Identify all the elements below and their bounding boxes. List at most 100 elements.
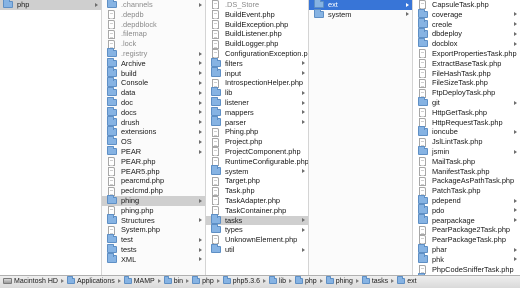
folder-item[interactable]: parser	[206, 116, 308, 128]
file-item[interactable]: Target.php	[206, 176, 308, 186]
file-item[interactable]: BuildException.php	[206, 20, 308, 30]
file-item[interactable]: HttpRequestTask.php	[413, 118, 520, 128]
folder-item[interactable]: util	[206, 243, 308, 255]
column-ext[interactable]: CapsuleTask.php coverage creole dbdeploy doc…	[412, 0, 520, 275]
file-item[interactable]: pearcmd.php	[102, 176, 205, 186]
folder-item[interactable]: jsmin	[413, 145, 520, 157]
folder-item[interactable]: tests	[102, 243, 205, 255]
file-item[interactable]: PackageAsPathTask.php	[413, 176, 520, 186]
path-crumb[interactable]: tasks	[361, 276, 388, 288]
folder-item[interactable]: coverage	[413, 8, 520, 20]
path-crumb[interactable]: php5.3.6	[222, 276, 260, 288]
file-item[interactable]: BuildLogger.php	[206, 39, 308, 49]
path-crumb[interactable]: php	[295, 276, 317, 288]
folder-item[interactable]: creole	[413, 18, 520, 30]
path-crumb[interactable]: ext	[397, 276, 417, 288]
file-item[interactable]: FtpDeployTask.php	[413, 88, 520, 98]
folder-item[interactable]: docs	[102, 106, 205, 118]
path-crumb[interactable]: Applications	[66, 276, 115, 288]
file-item[interactable]: ConfigurationException.php	[206, 49, 308, 59]
folder-item[interactable]: phk	[413, 253, 520, 265]
folder-item[interactable]: ioncube	[413, 125, 520, 137]
folder-item[interactable]: mappers	[206, 106, 308, 118]
file-item[interactable]: FileHashTask.php	[413, 69, 520, 79]
folder-item[interactable]: listener	[206, 96, 308, 108]
path-crumb[interactable]: bin	[163, 276, 183, 288]
folder-item[interactable]: pearpackage	[413, 214, 520, 226]
file-item[interactable]: BuildListener.php	[206, 29, 308, 39]
file-item[interactable]: PearPackageTask.php	[413, 235, 520, 245]
folder-item[interactable]: pdo	[413, 204, 520, 216]
file-item[interactable]: PEAR5.php	[102, 167, 205, 177]
folder-item[interactable]: ext	[309, 0, 412, 10]
column-root[interactable]: php	[0, 0, 101, 275]
folder-item[interactable]: filters	[206, 57, 308, 69]
file-item[interactable]: .lock	[102, 39, 205, 49]
column-tasks[interactable]: ext system	[308, 0, 412, 275]
folder-item[interactable]: lib	[206, 86, 308, 98]
file-item[interactable]: .DS_Store	[206, 0, 308, 10]
file-item[interactable]: ExportPropertiesTask.php	[413, 49, 520, 59]
folder-item[interactable]: Structures	[102, 214, 205, 226]
folder-item[interactable]: php	[0, 0, 101, 10]
folder-item[interactable]: git	[413, 96, 520, 108]
file-item[interactable]: UnknownElement.php	[206, 235, 308, 245]
folder-item[interactable]: types	[206, 223, 308, 235]
file-item[interactable]: JslLintTask.php	[413, 137, 520, 147]
file-item[interactable]: .depdblock	[102, 20, 205, 30]
folder-item[interactable]: PEAR	[102, 145, 205, 157]
folder-item[interactable]: system	[206, 165, 308, 177]
folder-item[interactable]: test	[102, 233, 205, 245]
column-phing[interactable]: .DS_Store BuildEvent.php BuildException.ph…	[205, 0, 308, 275]
file-item[interactable]: Phing.php	[206, 127, 308, 137]
folder-item[interactable]: Console	[102, 77, 205, 88]
file-item[interactable]: Project.php	[206, 137, 308, 147]
folder-item[interactable]: phing	[102, 194, 205, 206]
file-item[interactable]: .filemap	[102, 29, 205, 39]
path-crumb[interactable]: lib	[269, 276, 286, 288]
folder-item[interactable]: drush	[102, 116, 205, 128]
folder-item[interactable]: .channels	[102, 0, 205, 10]
file-item[interactable]: RuntimeConfigurable.php	[206, 157, 308, 167]
file-item[interactable]: HttpGetTask.php	[413, 108, 520, 118]
file-item[interactable]: phing.php	[102, 206, 205, 216]
file-item[interactable]: FileSizeTask.php	[413, 78, 520, 88]
file-item[interactable]: Task.php	[206, 186, 308, 196]
file-item[interactable]: BuildEvent.php	[206, 10, 308, 20]
folder-item[interactable]: pdepend	[413, 194, 520, 206]
folder-item[interactable]: Archive	[102, 57, 205, 69]
file-item[interactable]: ManifestTask.php	[413, 167, 520, 177]
path-crumb[interactable]: Macintosh HD	[3, 276, 58, 288]
file-item[interactable]: PEAR.php	[102, 157, 205, 167]
path-crumb[interactable]: php	[192, 276, 214, 288]
folder-item[interactable]: XML	[102, 253, 205, 265]
folder-item[interactable]: phar	[413, 243, 520, 255]
column-php[interactable]: .channels .depdb .depdblock .filemap .lock .r…	[101, 0, 205, 275]
path-crumb[interactable]: phing	[325, 276, 353, 288]
file-item[interactable]: MailTask.php	[413, 157, 520, 167]
folder-item[interactable]: system	[309, 8, 412, 20]
folder-item[interactable]: tasks	[206, 214, 308, 226]
file-item[interactable]: PearPackage2Task.php	[413, 225, 520, 235]
file-item[interactable]: .depdb	[102, 10, 205, 20]
folder-item[interactable]: .registry	[102, 47, 205, 59]
file-item[interactable]: IntrospectionHelper.php	[206, 78, 308, 88]
folder-item[interactable]: data	[102, 86, 205, 98]
file-item[interactable]: PatchTask.php	[413, 186, 520, 196]
folder-item[interactable]: dbdeploy	[413, 28, 520, 39]
folder-item[interactable]: input	[206, 67, 308, 79]
folder-item[interactable]: build	[102, 67, 205, 79]
path-crumb[interactable]: MAMP	[123, 276, 155, 288]
file-item[interactable]: PhpCodeSnifferTask.php	[413, 265, 520, 275]
file-item[interactable]: ProjectComponent.php	[206, 147, 308, 157]
file-item[interactable]: CapsuleTask.php	[413, 0, 520, 10]
file-item[interactable]: ExtractBaseTask.php	[413, 59, 520, 69]
file-item[interactable]: TaskContainer.php	[206, 206, 308, 216]
file-item[interactable]: System.php	[102, 225, 205, 235]
folder-item[interactable]: doc	[102, 96, 205, 108]
folder-item[interactable]: extensions	[102, 125, 205, 137]
file-item[interactable]: peclcmd.php	[102, 186, 205, 196]
file-item[interactable]: TaskAdapter.php	[206, 196, 308, 206]
folder-item[interactable]: OS	[102, 135, 205, 147]
folder-item[interactable]: docblox	[413, 37, 520, 49]
